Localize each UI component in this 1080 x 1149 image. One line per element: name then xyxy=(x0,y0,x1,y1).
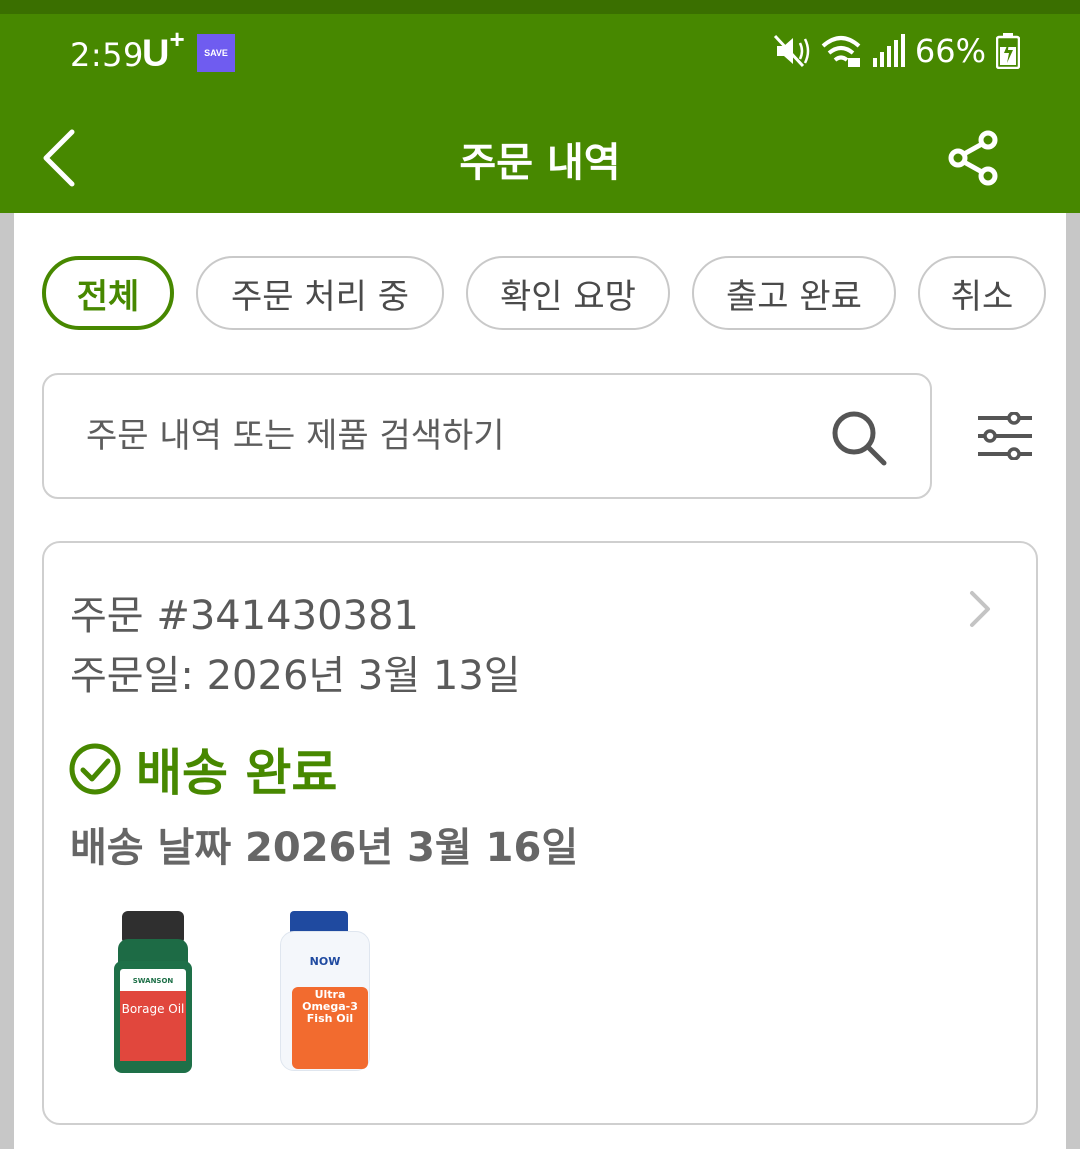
order-date: 주문일: 2026년 3월 13일 xyxy=(70,653,521,699)
mute-icon xyxy=(773,34,810,68)
search-bar xyxy=(42,373,932,499)
order-card[interactable]: 주문 #341430381 주문일: 2026년 3월 13일 배송 완료 배송… xyxy=(42,541,1038,1125)
search-icon[interactable] xyxy=(830,409,888,467)
product-name: Borage Oil xyxy=(121,1002,185,1016)
wifi-icon xyxy=(821,36,861,67)
app-header: 2:59 U+ SAVE 66% 주문 내역 xyxy=(0,0,1080,213)
check-circle-icon xyxy=(69,743,121,795)
chip-processing[interactable]: 주문 처리 중 xyxy=(196,256,444,330)
order-number: 주문 #341430381 xyxy=(70,593,419,639)
share-button[interactable] xyxy=(948,130,1000,186)
chip-needs-confirmation[interactable]: 확인 요망 xyxy=(466,256,670,330)
search-input[interactable] xyxy=(84,405,808,467)
save-badge: SAVE xyxy=(197,34,235,72)
filter-chips: 전체 주문 처리 중 확인 요망 출고 완료 취소 xyxy=(42,256,1046,330)
signal-icon xyxy=(872,34,905,67)
filter-settings-button[interactable] xyxy=(976,412,1034,460)
carrier-label: U+ xyxy=(142,24,185,75)
page-title: 주문 내역 xyxy=(459,140,621,186)
battery-percent: 66% xyxy=(914,32,986,70)
status-label: 배송 완료 xyxy=(136,744,338,802)
status-time: 2:59 xyxy=(70,36,144,74)
chip-cancelled[interactable]: 취소 xyxy=(918,256,1046,330)
status-icons: 66% xyxy=(773,32,1020,70)
chip-shipped[interactable]: 출고 완료 xyxy=(692,256,896,330)
chevron-right-icon[interactable] xyxy=(966,589,994,629)
product-name: Ultra Omega-3 Fish Oil xyxy=(302,988,358,1025)
delivery-status: 배송 완료 xyxy=(68,733,337,805)
product-brand: SWANSON xyxy=(132,977,174,985)
battery-icon xyxy=(996,33,1020,69)
delivery-date: 배송 날짜 2026년 3월 16일 xyxy=(70,825,579,871)
chip-all[interactable]: 전체 xyxy=(42,256,174,330)
product-image-borage-oil[interactable]: SWANSON Borage Oil xyxy=(114,911,192,1075)
product-thumbnails: SWANSON Borage Oil NOW Ultra Omega-3 Fis… xyxy=(114,911,370,1075)
product-brand: NOW xyxy=(309,955,341,968)
product-image-omega-3[interactable]: NOW Ultra Omega-3 Fish Oil xyxy=(280,911,370,1075)
